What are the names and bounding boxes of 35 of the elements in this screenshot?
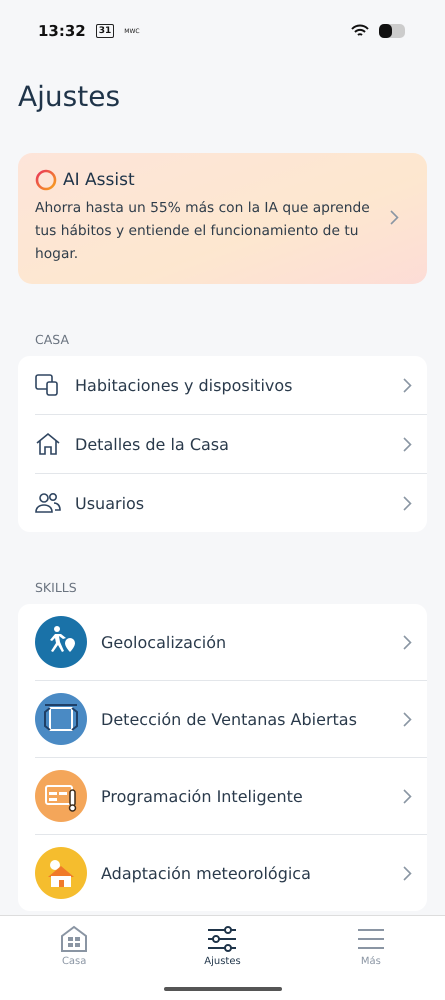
nav-tab[interactable]: Ajustes	[148, 916, 297, 967]
settings-item[interactable]: Geolocalización	[101, 632, 389, 652]
home-icon	[59, 924, 90, 954]
settings-item[interactable]: Detalles de la Casa	[75, 434, 389, 454]
settings-item[interactable]: Habitaciones y dispositivos	[75, 376, 389, 394]
settings-item[interactable]: Detección de Ventanas Abiertas	[101, 710, 389, 728]
page-title: Ajustes	[18, 80, 122, 115]
wifi-icon	[351, 24, 369, 38]
chevron-icon	[403, 634, 412, 650]
chevron-icon	[403, 866, 412, 880]
chevron-icon	[403, 788, 412, 804]
walker-icon	[35, 616, 87, 668]
weather-icon	[35, 847, 87, 899]
chevron-icon	[390, 210, 399, 225]
calendar-icon: 31	[96, 24, 114, 38]
ai-assist-text: Ahorra hasta un 55% más con la IA que aprende tus hábitos y entiende el funcionamiento de tu hogar.	[35, 199, 371, 264]
section-header: SKILLS	[35, 580, 78, 597]
ai-assist-title: AI Assist	[63, 170, 135, 190]
settings-item[interactable]: Usuarios	[75, 494, 389, 512]
chevron-icon	[403, 496, 412, 510]
settings-item[interactable]: Adaptación meteorológica	[101, 864, 389, 882]
devices-icon	[35, 373, 61, 397]
chevron-icon	[403, 378, 412, 392]
ring-icon	[35, 169, 57, 191]
sliders-icon	[207, 924, 238, 954]
users-icon	[35, 491, 61, 515]
section-header: CASA	[35, 332, 70, 349]
settings-item[interactable]: Programación Inteligente	[101, 786, 389, 806]
ai-assist-card[interactable]: AI Assist Ahorra hasta un 55% más con la IA que aprende tus hábitos y entiende el funcionamiento de tu hogar.	[18, 153, 427, 284]
chevron-icon	[403, 436, 412, 452]
battery-icon	[379, 24, 407, 38]
house-icon	[35, 432, 61, 456]
chevron-icon	[403, 712, 412, 726]
window-icon	[35, 693, 87, 745]
status-time: 13:32	[38, 22, 86, 40]
